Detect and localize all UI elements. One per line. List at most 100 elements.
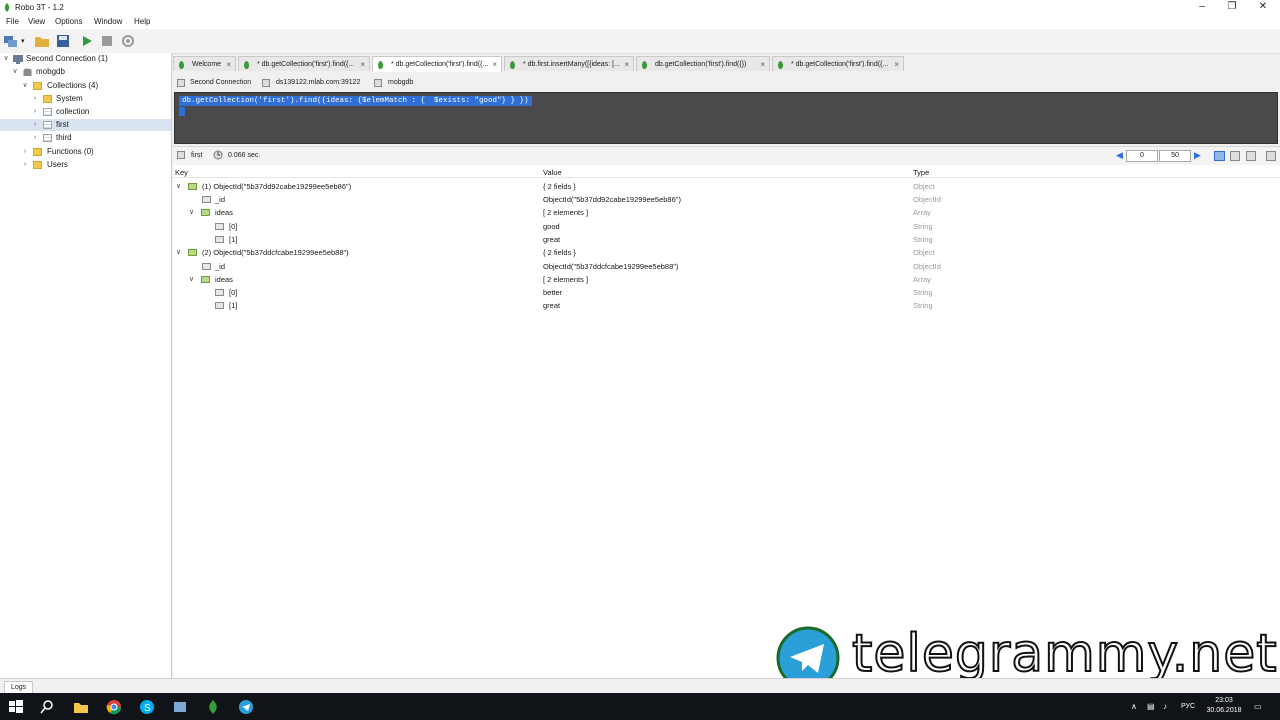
table-row[interactable]: [0] better String: [173, 286, 1280, 299]
tree-functions[interactable]: › Functions (0): [0, 146, 171, 158]
telegram-taskbar-icon[interactable]: [238, 699, 254, 715]
tab-query-2[interactable]: * db.getCollection('first').find({... ×: [372, 56, 502, 72]
tree-database[interactable]: ∨ mobgdb: [0, 66, 171, 78]
menu-window[interactable]: Window: [94, 17, 122, 26]
query-tabs: Welcome × * db.getCollection('first').fi…: [173, 56, 1280, 72]
menu-view[interactable]: View: [28, 17, 45, 26]
network-icon[interactable]: ▤: [1147, 702, 1155, 711]
skype-icon[interactable]: S: [139, 699, 155, 715]
menu-options[interactable]: Options: [55, 17, 83, 26]
table-view-icon[interactable]: [1230, 151, 1240, 161]
tab-query-4[interactable]: db.getCollection('first').find({}) ×: [636, 56, 770, 71]
db-name: mobgdb: [388, 79, 414, 86]
field-icon: [202, 263, 211, 270]
chevron-right-icon[interactable]: ›: [21, 146, 29, 158]
save-icon[interactable]: [55, 33, 71, 49]
query-editor[interactable]: db.getCollection('first').find({ideas: {…: [174, 92, 1278, 144]
tree-collection-third[interactable]: › third: [0, 132, 171, 144]
chevron-right-icon[interactable]: ›: [31, 106, 39, 118]
windows-start-icon[interactable]: [8, 699, 24, 715]
page-start-input[interactable]: 0: [1126, 150, 1158, 162]
app-window-icon[interactable]: [172, 699, 188, 715]
table-row[interactable]: [1] great String: [173, 299, 1280, 312]
table-row[interactable]: ∨ ideas [ 2 elements ] Array: [173, 206, 1280, 219]
column-type[interactable]: Type: [913, 168, 929, 177]
close-icon[interactable]: ×: [226, 57, 231, 71]
chrome-icon[interactable]: [106, 699, 122, 715]
array-icon: [201, 276, 210, 283]
table-row[interactable]: ∨ (1) ObjectId("5b37dd92cabe19299ee5eb86…: [173, 180, 1280, 193]
leaf-icon: [778, 61, 783, 69]
windows-taskbar: S ∧ ▤ ♪ РУС 23:03 30.06.2018 ▭: [0, 693, 1280, 720]
close-icon[interactable]: ×: [894, 57, 899, 71]
close-icon[interactable]: ×: [360, 57, 365, 71]
selection-line: [179, 107, 185, 116]
chevron-down-icon[interactable]: ∨: [11, 66, 19, 78]
clock[interactable]: 23:03 30.06.2018: [1200, 696, 1248, 716]
page-size-input[interactable]: 50: [1159, 150, 1191, 162]
collection-icon: [43, 134, 52, 142]
search-icon[interactable]: [39, 699, 55, 715]
volume-icon[interactable]: ♪: [1163, 702, 1167, 711]
folder-icon: [33, 82, 42, 90]
chevron-down-icon[interactable]: ∨: [2, 53, 10, 65]
table-row[interactable]: [1] great String: [173, 233, 1280, 246]
table-row[interactable]: ∨ ideas [ 2 elements ] Array: [173, 273, 1280, 286]
tree-collections[interactable]: ∨ Collections (4): [0, 80, 171, 92]
connection-name: Second Connection: [190, 79, 252, 86]
tree-collection-system[interactable]: › System: [0, 93, 171, 105]
leaf-icon: [642, 61, 647, 69]
chevron-up-icon[interactable]: ∧: [1131, 702, 1137, 711]
explain-icon[interactable]: [120, 33, 136, 49]
chevron-down-icon[interactable]: ▾: [21, 37, 25, 45]
tree-connection[interactable]: ∨ Second Connection (1): [0, 53, 171, 65]
tab-query-5[interactable]: * db.getCollection('first').find({... ×: [772, 56, 904, 71]
prev-page-icon[interactable]: ◀: [1116, 150, 1123, 161]
column-value[interactable]: Value: [543, 168, 562, 177]
query-text[interactable]: db.getCollection('first').find({ideas: {…: [179, 96, 532, 106]
column-key[interactable]: Key: [175, 168, 188, 177]
table-row[interactable]: _id ObjectId("5b37dd92cabe19299ee5eb86")…: [173, 193, 1280, 206]
run-icon[interactable]: [79, 33, 95, 49]
clock-date: 30.06.2018: [1206, 707, 1242, 714]
stop-icon[interactable]: [99, 33, 115, 49]
chevron-right-icon[interactable]: ›: [31, 119, 39, 131]
menu-help[interactable]: Help: [134, 17, 150, 26]
chevron-right-icon[interactable]: ›: [31, 93, 39, 105]
status-bar: Logs: [0, 678, 1280, 694]
close-icon[interactable]: ×: [492, 57, 497, 72]
menu-file[interactable]: File: [6, 17, 19, 26]
tree-view-icon[interactable]: [1214, 151, 1225, 161]
language-indicator[interactable]: РУС: [1181, 703, 1195, 710]
tree-users[interactable]: › Users: [0, 159, 171, 171]
tab-query-1[interactable]: * db.getCollection('first').find({... ×: [238, 56, 370, 71]
open-folder-icon[interactable]: [34, 33, 50, 49]
tree-collection-collection[interactable]: › collection: [0, 106, 171, 118]
close-icon[interactable]: ×: [760, 57, 765, 71]
tab-query-3[interactable]: * db.first.insertMany([{ideas: [... ×: [504, 56, 634, 71]
minimize-button[interactable]: –: [1185, 0, 1219, 15]
file-explorer-icon[interactable]: [73, 699, 89, 715]
chevron-right-icon[interactable]: ›: [31, 132, 39, 144]
connect-icon[interactable]: [3, 33, 19, 49]
chevron-down-icon[interactable]: ∨: [189, 206, 194, 219]
chevron-down-icon[interactable]: ∨: [176, 180, 181, 193]
text-view-icon[interactable]: [1246, 151, 1256, 161]
tab-welcome[interactable]: Welcome ×: [173, 56, 236, 71]
chevron-down-icon[interactable]: ∨: [189, 273, 194, 286]
chevron-down-icon[interactable]: ∨: [21, 80, 29, 92]
table-row[interactable]: ∨ (2) ObjectId("5b37ddcfcabe19299ee5eb88…: [173, 246, 1280, 259]
maximize-result-icon[interactable]: [1266, 151, 1276, 161]
next-page-icon[interactable]: ▶: [1194, 150, 1201, 161]
robo3t-taskbar-icon[interactable]: [205, 699, 221, 715]
chevron-down-icon[interactable]: ∨: [176, 246, 181, 259]
tree-collection-first[interactable]: › first: [0, 119, 171, 131]
connection-info-bar: Second Connection ds139122.mlab.com:3912…: [173, 76, 1280, 90]
notifications-icon[interactable]: ▭: [1254, 702, 1262, 711]
table-row[interactable]: [0] good String: [173, 220, 1280, 233]
restore-button[interactable]: ❐: [1215, 0, 1249, 15]
close-icon[interactable]: ×: [624, 57, 629, 71]
chevron-right-icon[interactable]: ›: [21, 159, 29, 171]
close-button[interactable]: ✕: [1246, 0, 1280, 15]
table-row[interactable]: _id ObjectId("5b37ddcfcabe19299ee5eb88")…: [173, 260, 1280, 273]
